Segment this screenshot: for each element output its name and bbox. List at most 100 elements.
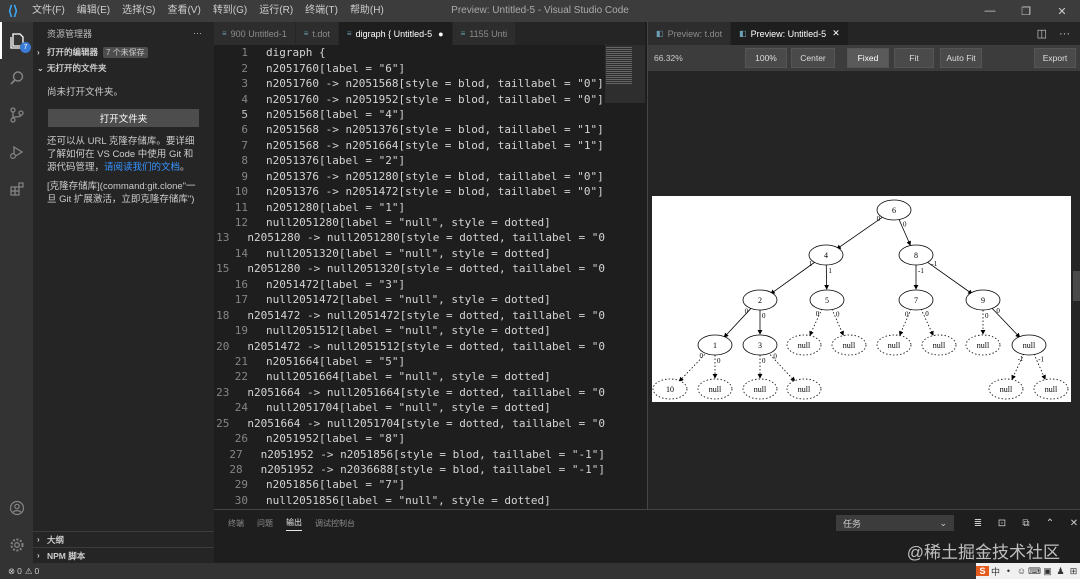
ime-grid-icon[interactable]: ⊞ <box>1067 566 1080 577</box>
code-line[interactable]: 28 n2051952 -> n2036688[style = blod, tai… <box>214 462 605 477</box>
menu-run[interactable]: 运行(R) <box>253 0 299 22</box>
fit-button[interactable]: Fit <box>894 48 934 68</box>
code-line[interactable]: 30 null2051856[label = "null", style = do… <box>214 493 605 508</box>
code-line[interactable]: 13 n2051280 -> null2051280[style = dotted… <box>214 230 605 245</box>
tab-output[interactable]: 输出 <box>286 517 302 531</box>
tab-untitled-other[interactable]: ≡ 1155 Unti <box>452 22 517 45</box>
code-line[interactable]: 22 null2051664[label = "null", style = do… <box>214 369 605 384</box>
preview-scrollbar[interactable] <box>1073 271 1080 301</box>
code-line[interactable]: 14 null2051320[label = "null", style = do… <box>214 246 605 261</box>
code-line[interactable]: 2 n2051760[label = "6"] <box>214 60 605 75</box>
outline-section[interactable]: › 大纲 <box>33 531 214 547</box>
extensions-icon[interactable] <box>0 170 33 207</box>
account-icon[interactable] <box>0 489 33 526</box>
line-text: null2051512[label = "null", style = dott… <box>266 324 551 338</box>
warnings-icon[interactable]: ⚠ <box>25 566 33 577</box>
code-line[interactable]: 19 null2051512[label = "null", style = do… <box>214 323 605 338</box>
code-line[interactable]: 26 n2051952[label = "8"] <box>214 431 605 446</box>
center-button[interactable]: Center <box>791 48 835 68</box>
split-editor-icon[interactable]: ◫ <box>1037 27 1047 40</box>
menu-go[interactable]: 转到(G) <box>207 0 253 22</box>
code-line[interactable]: 5 n2051568[label = "4"] <box>214 107 605 122</box>
menu-file[interactable]: 文件(F) <box>26 0 71 22</box>
code-line[interactable]: 8 n2051376[label = "2"] <box>214 153 605 168</box>
tab-untitled-5[interactable]: ≡ digraph { Untitled-5 ● <box>338 22 453 45</box>
edge-label: -1 <box>931 260 937 268</box>
ime-user-icon[interactable]: ♟ <box>1054 566 1067 577</box>
open-folder-button[interactable]: 打开文件夹 <box>48 109 199 127</box>
code-line[interactable]: 23 n2051664 -> null2051664[style = dotted… <box>214 385 605 400</box>
ime-logo-icon[interactable]: S <box>976 566 989 576</box>
code-line[interactable]: 27 n2051952 -> n2051856[style = blod, tai… <box>214 446 605 461</box>
ime-emoji-icon[interactable]: ☺ <box>1015 566 1028 576</box>
no-folder-section[interactable]: ⌄ 无打开的文件夹 <box>33 60 214 76</box>
tab-untitled-1[interactable]: ≡ 900 Untitled-1 <box>214 22 296 45</box>
code-editor[interactable]: 1 digraph {2 n2051760[label = "6"] 3 n205176… <box>214 45 605 509</box>
export-button[interactable]: Export <box>1034 48 1076 68</box>
code-line[interactable]: 10 n2051376 -> n2051472[style = blod, tai… <box>214 184 605 199</box>
code-line[interactable]: 16 n2051472[label = "3"] <box>214 277 605 292</box>
npm-scripts-section[interactable]: › NPM 脚本 <box>33 547 214 563</box>
restore-icon[interactable]: ❐ <box>1008 0 1044 22</box>
code-line[interactable]: 7 n2051568 -> n2051664[style = blod, tail… <box>214 138 605 153</box>
minimize-icon[interactable]: — <box>972 0 1008 22</box>
code-line[interactable]: 29 n2051856[label = "7"] <box>214 477 605 492</box>
menu-edit[interactable]: 编辑(E) <box>71 0 116 22</box>
code-line[interactable]: 25 n2051664 -> null2051704[style = dotted… <box>214 416 605 431</box>
code-line[interactable]: 18 n2051472 -> null2051472[style = dotted… <box>214 307 605 322</box>
auto-fit-button[interactable]: Auto Fit <box>940 48 982 68</box>
tab-t-dot[interactable]: ≡ t.dot <box>295 22 339 45</box>
close-icon[interactable]: ✕ <box>1044 0 1080 22</box>
ime-lang[interactable]: 中 <box>989 565 1002 578</box>
code-line[interactable]: 21 n2051664[label = "5"] <box>214 354 605 369</box>
errors-count[interactable]: 0 <box>17 566 22 576</box>
tab-problems[interactable]: 问题 <box>257 518 273 531</box>
code-line[interactable]: 4 n2051760 -> n2051952[style = blod, tail… <box>214 91 605 106</box>
explorer-icon[interactable]: 7 <box>0 22 33 59</box>
dirty-dot-icon[interactable]: ● <box>438 29 443 39</box>
code-line[interactable]: 12 null2051280[label = "null", style = do… <box>214 215 605 230</box>
more-actions-icon[interactable]: ··· <box>193 28 202 38</box>
menu-view[interactable]: 查看(V) <box>161 0 206 22</box>
close-tab-icon[interactable]: ✕ <box>832 28 840 39</box>
code-line[interactable]: 6 n2051568 -> n2051376[style = blod, tail… <box>214 122 605 137</box>
code-line[interactable]: 20 n2051472 -> null2051512[style = dotted… <box>214 338 605 353</box>
warnings-count[interactable]: 0 <box>34 566 39 576</box>
run-debug-icon[interactable] <box>0 133 33 170</box>
source-control-icon[interactable] <box>0 96 33 133</box>
code-line[interactable]: 3 n2051760 -> n2051568[style = blod, tail… <box>214 76 605 91</box>
tab-debug-console[interactable]: 调试控制台 <box>315 518 355 531</box>
preview-canvas[interactable]: 0 0 1 1 0 0 -1 -1 0 0 0 0 0 0 0 0 0 0 -1 -1 6 4 8 2 5 7 9 1 3 null nul… <box>648 71 1080 509</box>
ime-keyboard-icon[interactable]: ⌨ <box>1028 566 1041 577</box>
open-editors-section[interactable]: › 打开的编辑器 7 个未保存 <box>33 44 214 60</box>
code-line[interactable]: 17 null2051472[label = "null", style = do… <box>214 292 605 307</box>
ime-skin-icon[interactable]: ▣ <box>1041 566 1054 577</box>
code-line[interactable]: 24 null2051704[label = "null", style = do… <box>214 400 605 415</box>
code-line[interactable]: 1 digraph { <box>214 45 605 60</box>
menu-selection[interactable]: 选择(S) <box>116 0 161 22</box>
minimap[interactable] <box>605 45 645 509</box>
code-line[interactable]: 11 n2051280[label = "1"] <box>214 199 605 214</box>
ime-punct[interactable]: • <box>1002 566 1015 576</box>
code-line[interactable]: 15 n2051280 -> null2051320[style = dotted… <box>214 261 605 276</box>
output-channel-select[interactable]: 任务 ⌄ <box>836 515 954 531</box>
menu-terminal[interactable]: 终端(T) <box>299 0 344 22</box>
settings-gear-icon[interactable] <box>0 526 33 563</box>
search-icon[interactable] <box>0 59 33 96</box>
clear-output-icon[interactable]: ≣ <box>966 515 990 531</box>
menu-help[interactable]: 帮助(H) <box>344 0 390 22</box>
close-panel-icon[interactable]: ✕ <box>1062 515 1080 531</box>
zoom-100-button[interactable]: 100% <box>745 48 787 68</box>
maximize-panel-icon[interactable]: ⌃ <box>1038 515 1062 531</box>
errors-icon[interactable]: ⊗ <box>8 566 15 577</box>
code-line[interactable]: 9 n2051376 -> n2051280[style = blod, tail… <box>214 169 605 184</box>
more-actions-icon[interactable]: ··· <box>1059 28 1070 40</box>
open-log-icon[interactable]: ⧉ <box>1014 515 1038 531</box>
read-docs-link[interactable]: 请阅读我们的文档 <box>104 162 180 173</box>
line-text: n2051568 -> n2051376[style = blod, taill… <box>266 123 604 137</box>
tab-preview-untitled-5[interactable]: ◧ Preview: Untitled-5 ✕ <box>731 22 849 45</box>
tab-preview-t-dot[interactable]: ◧ Preview: t.dot <box>648 22 732 45</box>
tab-terminal[interactable]: 终端 <box>228 518 244 531</box>
lock-scroll-icon[interactable]: ⊡ <box>990 515 1014 531</box>
fixed-button[interactable]: Fixed <box>847 48 889 68</box>
